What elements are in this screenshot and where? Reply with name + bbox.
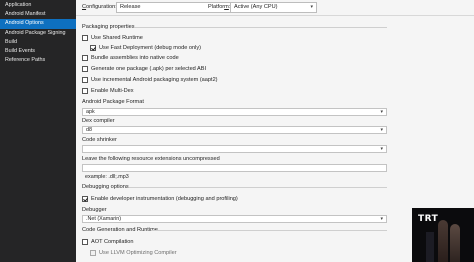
package-format-value: apk (86, 109, 95, 115)
use-fast-deployment-checkbox[interactable]: Use Fast Deployment (debug mode only) (90, 44, 201, 52)
platform-label: Platform: (208, 4, 230, 10)
video-person (438, 220, 448, 262)
debugger-value: .Net (Xamarin) (86, 216, 122, 222)
sidebar-item-android-package-signing[interactable]: Android Package Signing (0, 29, 76, 38)
sidebar-item-android-manifest[interactable]: Android Manifest (0, 10, 76, 19)
multidex-checkbox[interactable]: Enable Multi-Dex (82, 87, 134, 95)
sidebar-item-android-options[interactable]: Android Options (0, 19, 76, 29)
sidebar-nav: Application Android Manifest Android Opt… (0, 0, 76, 262)
video-person (450, 224, 460, 262)
uncompressed-example-hint: example: .dll;.mp3 (85, 174, 129, 180)
chevron-down-icon: ▾ (380, 127, 383, 133)
llvm-compiler-checkbox[interactable]: Use LLVM Optimizing Compiler (90, 249, 177, 257)
sidebar-item-reference-paths[interactable]: Reference Paths (0, 56, 76, 65)
video-watermark-logo: TRT (418, 214, 439, 224)
use-shared-runtime-checkbox[interactable]: Use Shared Runtime (82, 34, 143, 42)
configuration-label: Configuration: (82, 4, 117, 10)
checkbox-icon (82, 55, 88, 61)
uncompressed-extensions-input[interactable] (82, 164, 387, 172)
package-format-label: Android Package Format (82, 99, 144, 105)
chevron-down-icon: ▾ (310, 4, 313, 10)
checkbox-icon (82, 77, 88, 83)
package-format-dropdown[interactable]: apk ▾ (82, 108, 387, 116)
video-background (426, 232, 434, 262)
code-shrinker-label: Code shrinker (82, 137, 117, 143)
aot-compilation-label: AOT Compilation (91, 239, 134, 245)
sidebar-item-build[interactable]: Build (0, 38, 76, 47)
incremental-packaging-label: Use incremental Android packaging system… (91, 77, 218, 83)
packaging-section-title: Packaging properties (82, 24, 135, 30)
debugger-label: Debugger (82, 207, 107, 213)
checkbox-checked-icon (90, 45, 96, 51)
platform-value: Active (Any CPU) (234, 4, 278, 10)
generate-per-abi-checkbox[interactable]: Generate one package (.apk) per selected… (82, 65, 206, 73)
bundle-assemblies-checkbox[interactable]: Bundle assemblies into native code (82, 54, 179, 62)
checkbox-checked-icon (82, 196, 88, 202)
checkbox-icon (82, 239, 88, 245)
uncompressed-extensions-label: Leave the following resource extensions … (82, 156, 220, 162)
section-divider (129, 187, 387, 188)
configuration-value: Release (120, 4, 141, 10)
chevron-down-icon: ▾ (380, 109, 383, 115)
checkbox-icon (82, 88, 88, 94)
developer-instrumentation-checkbox[interactable]: Enable developer instrumentation (debugg… (82, 195, 238, 203)
dex-compiler-value: d8 (86, 127, 92, 133)
use-fast-deployment-label: Use Fast Deployment (debug mode only) (99, 45, 201, 51)
sidebar-item-application[interactable]: Application (0, 1, 76, 10)
multidex-label: Enable Multi-Dex (91, 88, 134, 94)
sidebar-item-build-events[interactable]: Build Events (0, 47, 76, 56)
checkbox-icon (90, 250, 96, 256)
use-shared-runtime-label: Use Shared Runtime (91, 35, 143, 41)
incremental-packaging-checkbox[interactable]: Use incremental Android packaging system… (82, 76, 218, 84)
section-divider (134, 27, 387, 28)
aot-compilation-checkbox[interactable]: AOT Compilation (82, 238, 134, 246)
platform-dropdown[interactable]: Active (Any CPU) ▾ (230, 2, 317, 13)
dex-compiler-label: Dex compiler (82, 118, 115, 124)
section-divider (151, 230, 387, 231)
debugging-section-title: Debugging options (82, 184, 129, 190)
checkbox-icon (82, 35, 88, 41)
configuration-bar: Configuration: Release ▾ Platform: Activ… (76, 0, 474, 16)
code-shrinker-dropdown[interactable]: ▾ (82, 145, 387, 153)
chevron-down-icon: ▾ (380, 146, 383, 152)
bundle-assemblies-label: Bundle assemblies into native code (91, 55, 179, 61)
generate-per-abi-label: Generate one package (.apk) per selected… (91, 66, 207, 72)
developer-instrumentation-label: Enable developer instrumentation (debugg… (91, 196, 238, 202)
checkbox-icon (82, 66, 88, 72)
dex-compiler-dropdown[interactable]: d8 ▾ (82, 126, 387, 134)
debugger-dropdown[interactable]: .Net (Xamarin) ▾ (82, 215, 387, 223)
chevron-down-icon: ▾ (380, 216, 383, 222)
video-overlay[interactable]: TRT (412, 208, 474, 262)
llvm-compiler-label: Use LLVM Optimizing Compiler (99, 250, 177, 256)
codegen-section-title: Code Generation and Runtime (82, 227, 158, 233)
